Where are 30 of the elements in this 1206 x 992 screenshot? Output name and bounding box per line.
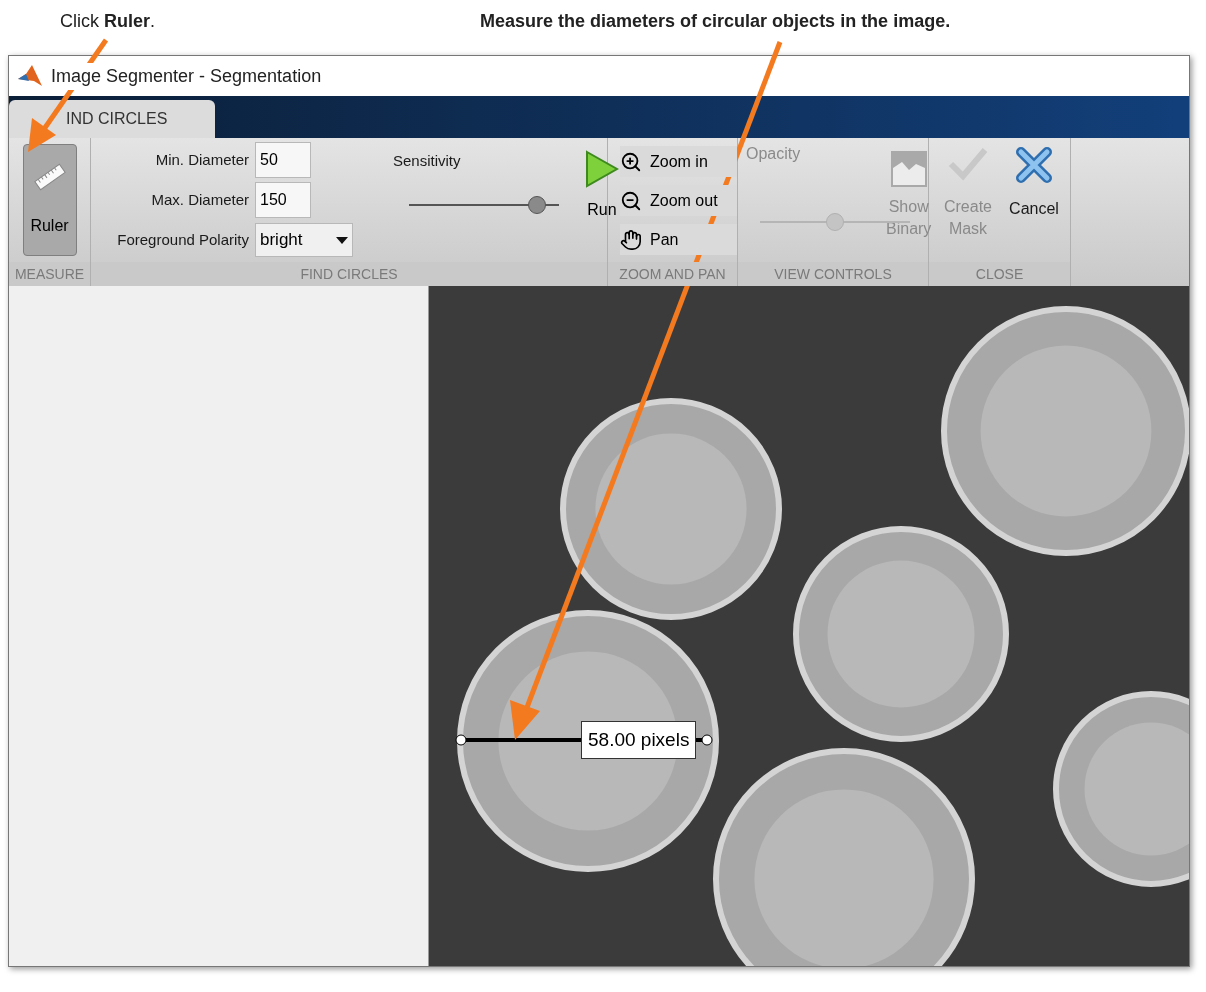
measurement-label: 58.00 pixels <box>581 721 697 759</box>
section-label: ZOOM AND PAN <box>608 262 737 286</box>
checkmark-icon <box>948 146 988 182</box>
window-title: Image Segmenter - Segmentation <box>51 62 322 90</box>
callout-text: Measure the diameters of circular objects in the image. <box>480 10 951 33</box>
play-icon <box>585 150 619 188</box>
toolbar-button[interactable]: Zoom out <box>620 185 737 216</box>
app-logo-icon <box>17 64 43 88</box>
field-label: Min. Diameter <box>154 149 249 170</box>
field-label: Foreground Polarity <box>116 229 249 250</box>
input-field[interactable]: 150 <box>255 182 311 218</box>
zoom-in-icon <box>620 150 642 173</box>
polarity-dropdown[interactable]: bright <box>255 223 353 257</box>
ruler-button[interactable]: Ruler <box>22 144 77 256</box>
input-field[interactable]: 50 <box>255 142 311 178</box>
hand-icon <box>620 228 642 251</box>
zoom-out-icon <box>620 189 642 212</box>
callout-text: Click Ruler. <box>60 10 156 33</box>
toolbar-button[interactable]: Zoom in <box>620 146 737 177</box>
run-button[interactable]: Run <box>585 150 619 230</box>
caret-icon <box>336 236 348 244</box>
slider-thumb[interactable] <box>527 195 546 214</box>
slider-label: Sensitivity <box>393 151 462 171</box>
close-icon <box>1015 146 1053 184</box>
field-label: Max. Diameter <box>150 189 249 210</box>
close-section-button[interactable]: Cancel <box>1003 146 1065 250</box>
toolbar-button[interactable]: Pan <box>620 224 737 255</box>
slider[interactable] <box>409 194 559 215</box>
slider-label: Opacity <box>746 144 802 164</box>
ribbon-tab[interactable]: IND CIRCLES <box>9 100 215 138</box>
